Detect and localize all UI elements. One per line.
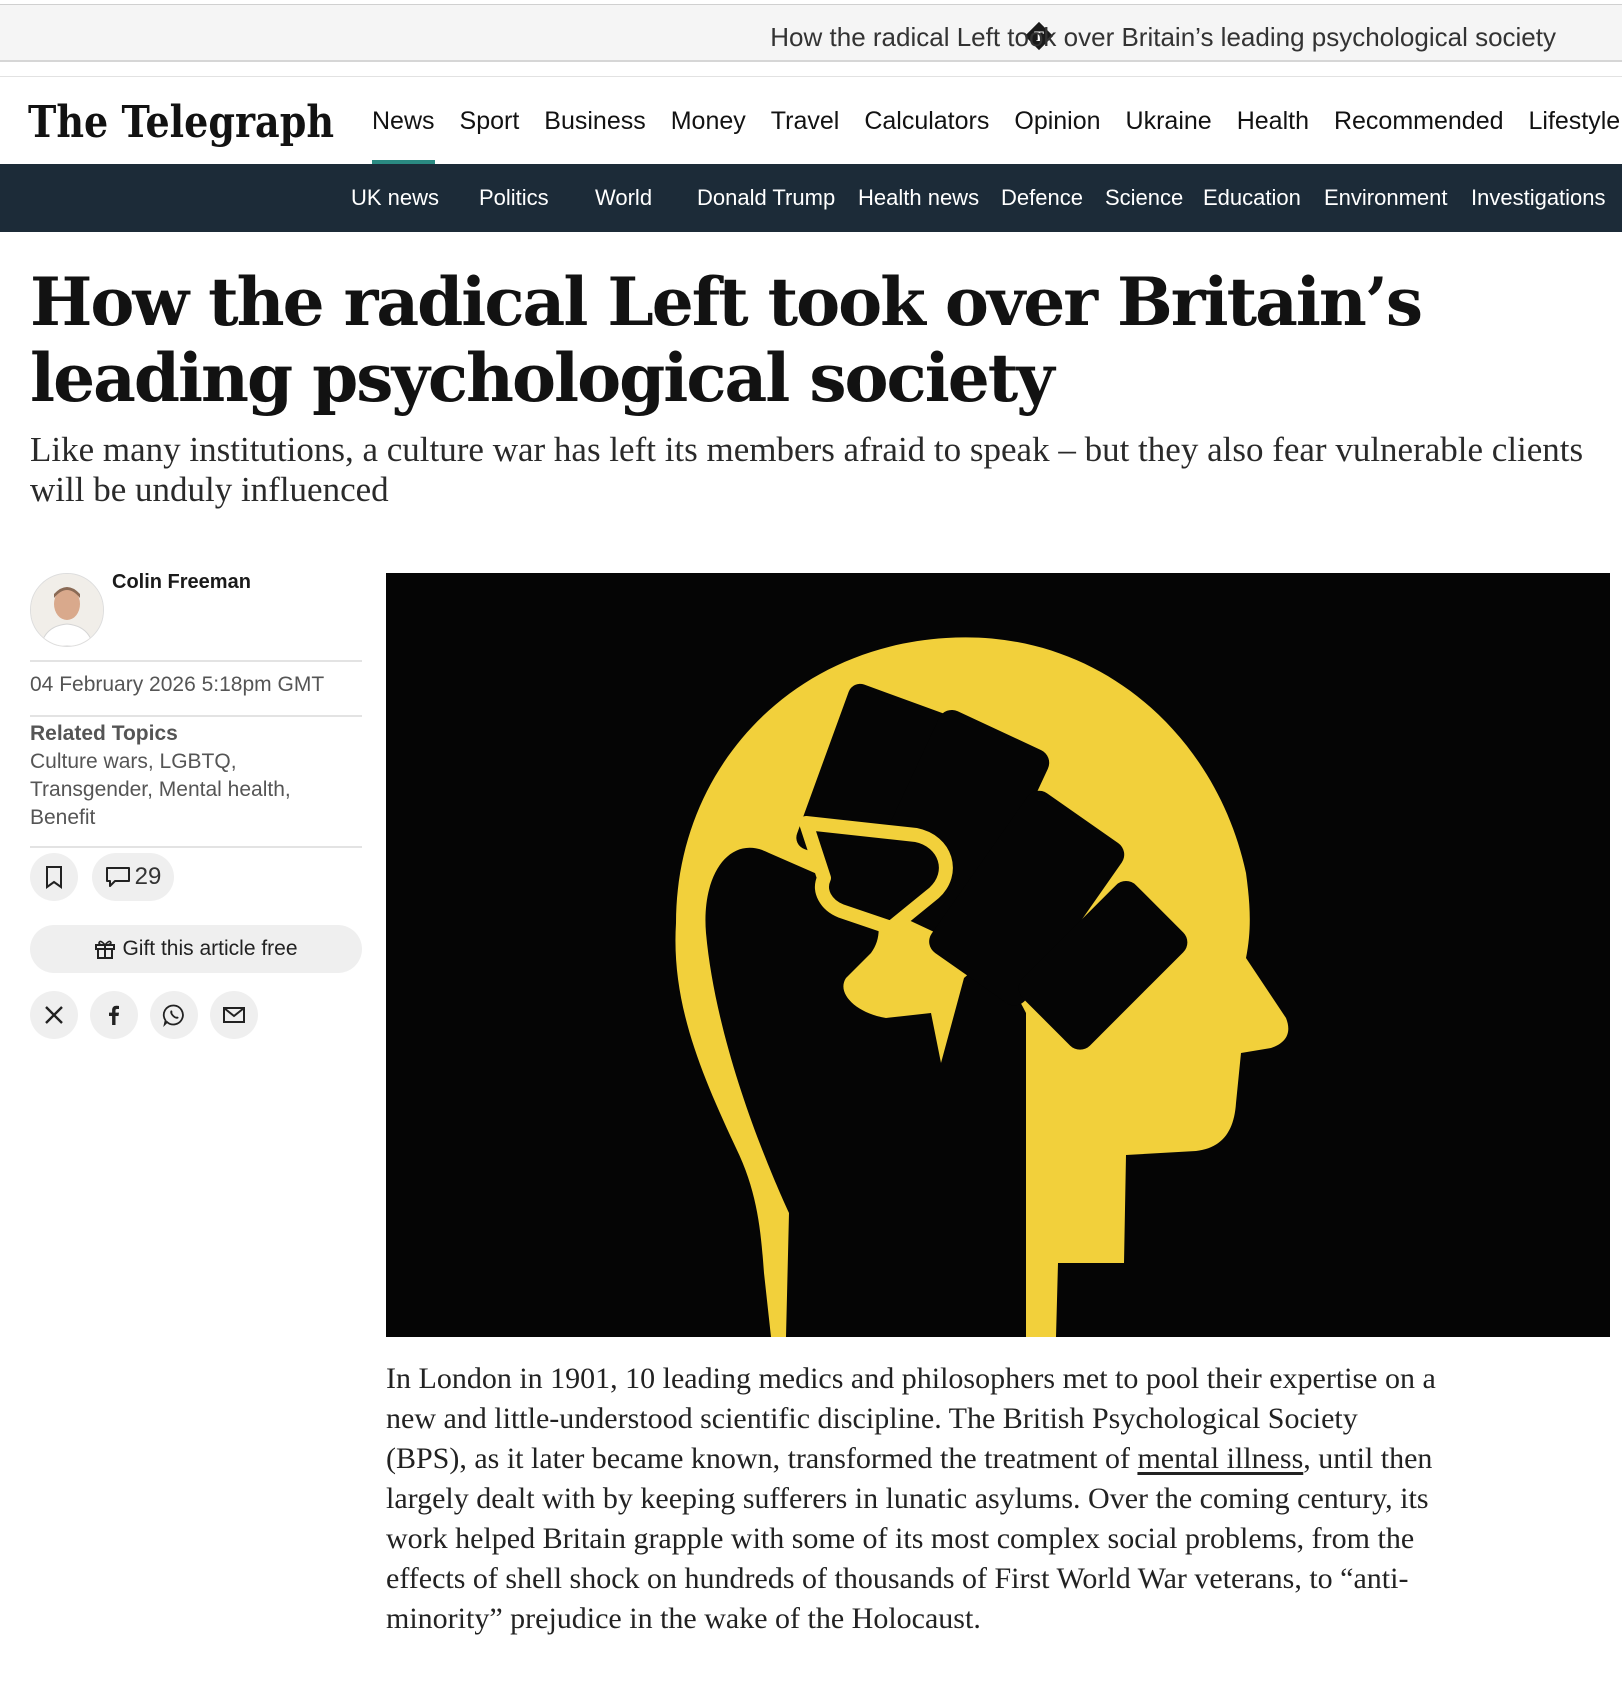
- nav-sport[interactable]: Sport: [460, 77, 520, 165]
- nav-ukraine[interactable]: Ukraine: [1126, 77, 1212, 165]
- browser-tab-bar: T How the radical Left took over Britain…: [0, 4, 1622, 62]
- subnav-world[interactable]: World: [595, 164, 652, 232]
- whatsapp-icon: [162, 1004, 184, 1027]
- nav-travel[interactable]: Travel: [771, 77, 840, 165]
- author-name[interactable]: Colin Freeman: [112, 571, 251, 594]
- top-navigation: The Telegraph News Sport Business Money …: [0, 76, 1622, 165]
- author-photo: [31, 574, 103, 646]
- bookmark-icon: [46, 866, 62, 889]
- comments-button[interactable]: 29: [92, 853, 174, 901]
- comments-count: 29: [134, 863, 162, 890]
- subnav-defence[interactable]: Defence: [1001, 164, 1083, 232]
- share-email-button[interactable]: [210, 991, 258, 1039]
- nav-calculators[interactable]: Calculators: [864, 77, 989, 165]
- subnav-donald-trump[interactable]: Donald Trump: [697, 164, 835, 232]
- subnav-investigations[interactable]: Investigations: [1471, 164, 1606, 232]
- share-x-button[interactable]: [30, 991, 78, 1039]
- article-body-paragraph: In London in 1901, 10 leading medics and…: [386, 1359, 1436, 1639]
- subnav-environment[interactable]: Environment: [1324, 164, 1448, 232]
- nav-recommended[interactable]: Recommended: [1334, 77, 1504, 165]
- browser-tab-title[interactable]: How the radical Left took over Britain’s…: [770, 22, 1556, 53]
- nav-business[interactable]: Business: [544, 77, 645, 165]
- bookmark-button[interactable]: [30, 853, 78, 901]
- nav-health[interactable]: Health: [1237, 77, 1309, 165]
- article-headline: How the radical Left took over Britain’s…: [30, 263, 1423, 417]
- x-icon: [45, 1006, 63, 1024]
- related-topics-list[interactable]: Culture wars, LGBTQ, Transgender, Mental…: [30, 748, 330, 832]
- nav-money[interactable]: Money: [671, 77, 746, 165]
- author-avatar[interactable]: [30, 573, 104, 647]
- sidebar-divider: [30, 846, 362, 848]
- subnav-science[interactable]: Science: [1105, 164, 1183, 232]
- related-topics-heading: Related Topics: [30, 722, 178, 745]
- nav-opinion[interactable]: Opinion: [1014, 77, 1100, 165]
- sidebar-divider: [30, 715, 362, 717]
- share-whatsapp-button[interactable]: [150, 991, 198, 1039]
- gift-label: Gift this article free: [122, 937, 298, 960]
- facebook-icon: [109, 1005, 119, 1025]
- share-facebook-button[interactable]: [90, 991, 138, 1039]
- gift-icon: [95, 940, 116, 959]
- nav-lifestyle[interactable]: Lifestyle: [1529, 77, 1621, 165]
- hero-image[interactable]: [386, 573, 1610, 1337]
- gift-article-button[interactable]: Gift this article free: [30, 925, 362, 973]
- telegraph-logo[interactable]: The Telegraph: [28, 93, 338, 149]
- nav-news[interactable]: News: [372, 77, 435, 165]
- raised-fist-head-illustration: [386, 573, 1610, 1337]
- subnav-education[interactable]: Education: [1203, 164, 1301, 232]
- sidebar-divider: [30, 660, 362, 662]
- comment-icon: [105, 867, 130, 887]
- mental-illness-link[interactable]: mental illness: [1137, 1442, 1303, 1475]
- email-icon: [223, 1007, 245, 1023]
- article-standfirst: Like many institutions, a culture war ha…: [30, 430, 1584, 509]
- subnav-politics[interactable]: Politics: [479, 164, 549, 232]
- subnav-health-news[interactable]: Health news: [858, 164, 979, 232]
- svg-text:The Telegraph: The Telegraph: [28, 97, 334, 148]
- primary-nav: News Sport Business Money Travel Calcula…: [372, 77, 1622, 165]
- secondary-nav: UK news Politics World Donald Trump Heal…: [0, 164, 1622, 232]
- subnav-uk-news[interactable]: UK news: [351, 164, 439, 232]
- publish-date: 04 February 2026 5:18pm GMT: [30, 673, 325, 696]
